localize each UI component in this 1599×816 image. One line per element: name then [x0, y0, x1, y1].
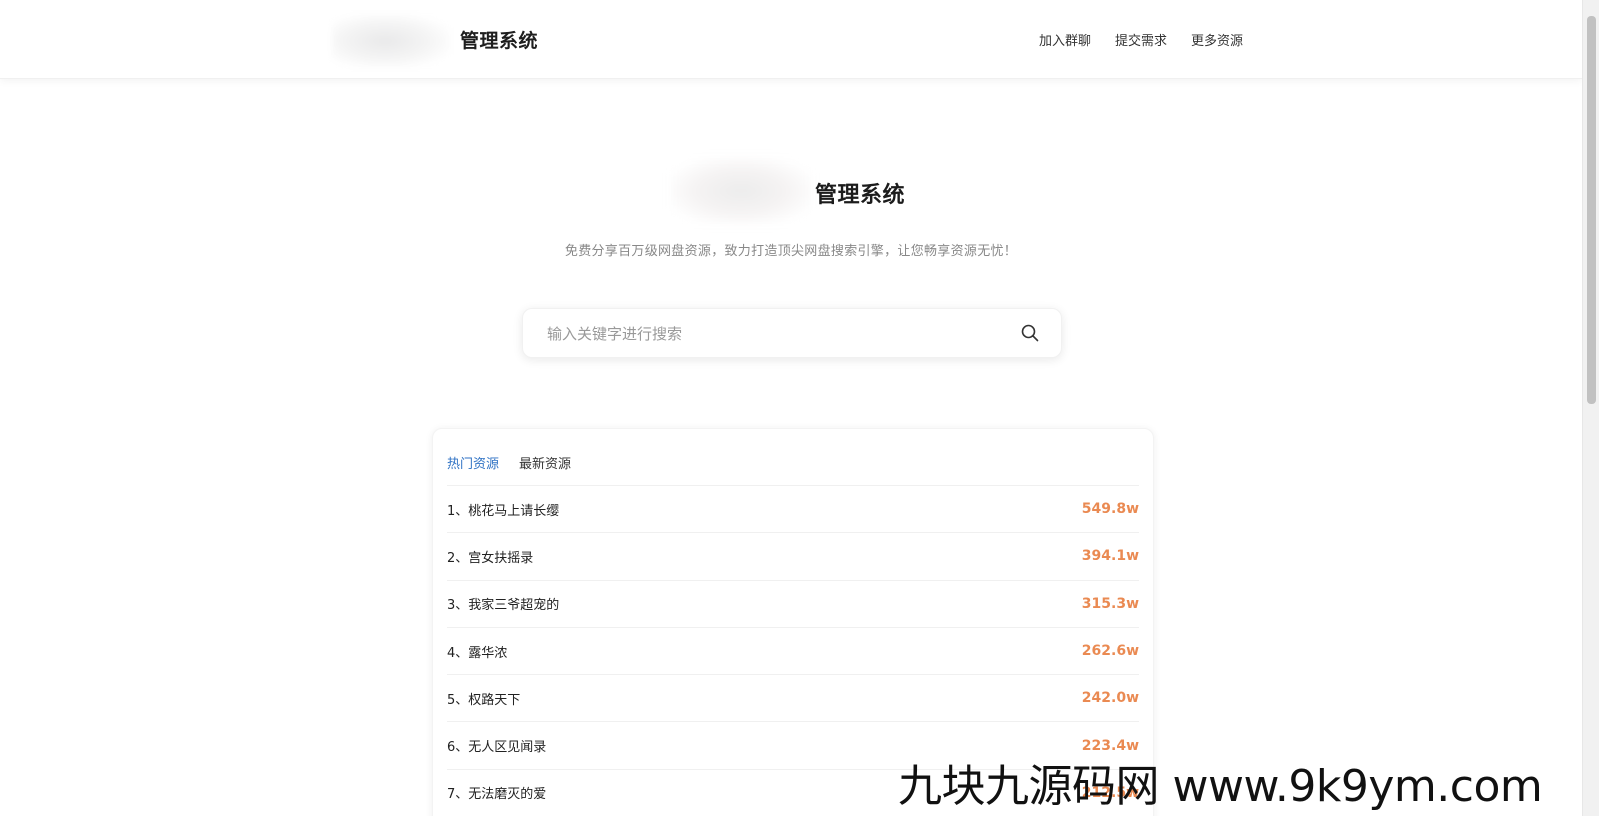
nav-join-group[interactable]: 加入群聊	[1039, 30, 1091, 49]
logo-image[interactable]	[332, 14, 450, 68]
search-icon[interactable]	[1019, 322, 1041, 344]
tab-latest-resources[interactable]: 最新资源	[519, 453, 571, 472]
nav-more-resources[interactable]: 更多资源	[1191, 30, 1243, 49]
vertical-scrollbar[interactable]	[1582, 0, 1599, 816]
list-item[interactable]: 3、我家三爷超宠的 315.3w	[447, 579, 1139, 627]
watermark-text: 九块九源码网 www.9k9ym.com	[898, 761, 1543, 812]
list-item-name[interactable]: 3、我家三爷超宠的	[447, 594, 559, 613]
list-item[interactable]: 1、桃花马上请长缨 549.8w	[447, 485, 1139, 532]
resource-tabs: 热门资源 最新资源	[447, 453, 571, 472]
list-item[interactable]: 4、露华浓 262.6w	[447, 626, 1139, 674]
nav-submit-request[interactable]: 提交需求	[1115, 30, 1167, 49]
search-input[interactable]	[545, 309, 989, 359]
list-item-count: 242.0w	[1081, 690, 1139, 707]
list-item-count: 549.8w	[1081, 501, 1139, 518]
hero-title: 管理系统	[815, 183, 906, 208]
tab-hot-resources[interactable]: 热门资源	[447, 453, 499, 472]
brand-title[interactable]: 管理系统	[460, 26, 538, 53]
list-item-count: 315.3w	[1081, 595, 1139, 612]
search-box	[522, 308, 1062, 359]
top-navbar: 管理系统 加入群聊 提交需求 更多资源	[0, 0, 1582, 79]
list-item-name[interactable]: 1、桃花马上请长缨	[447, 500, 559, 519]
list-item-name[interactable]: 7、无法磨灭的爱	[447, 783, 546, 802]
list-item-name[interactable]: 4、露华浓	[447, 642, 507, 661]
hero-logo-image	[671, 158, 811, 224]
hero-slogan: 免费分享百万级网盘资源，致力打造顶尖网盘搜索引擎，让您畅享资源无忧！	[564, 244, 1018, 259]
list-item-count: 394.1w	[1081, 548, 1139, 565]
main-nav: 加入群聊 提交需求 更多资源	[1039, 30, 1243, 49]
page: 管理系统 加入群聊 提交需求 更多资源 管理系统 免费分享百万级网盘资源，致力打…	[0, 0, 1582, 816]
list-item-name[interactable]: 2、宫女扶摇录	[447, 547, 533, 566]
list-item-count: 262.6w	[1081, 643, 1139, 660]
list-item-name[interactable]: 5、权路天下	[447, 689, 520, 708]
list-item[interactable]: 2、宫女扶摇录 394.1w	[447, 532, 1139, 579]
list-item-name[interactable]: 6、无人区见闻录	[447, 736, 546, 755]
list-item[interactable]: 5、权路天下 242.0w	[447, 674, 1139, 721]
scrollbar-thumb[interactable]	[1587, 16, 1596, 404]
